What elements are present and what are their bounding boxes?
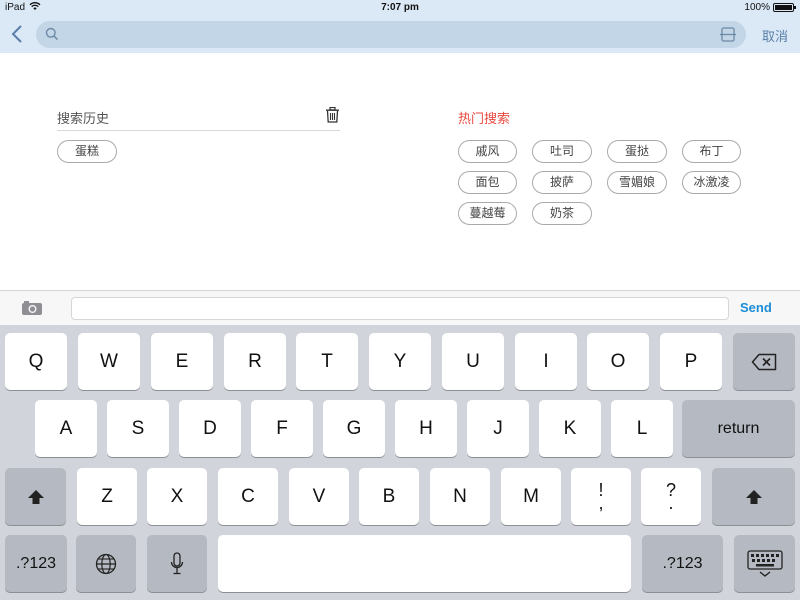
key-z[interactable]: Z: [77, 468, 137, 525]
microphone-icon: [170, 551, 184, 574]
send-button[interactable]: Send: [740, 300, 784, 315]
hot-tag[interactable]: 冰激凌: [682, 171, 741, 194]
key-i[interactable]: I: [515, 333, 577, 390]
globe-key[interactable]: [76, 535, 136, 592]
key-m[interactable]: M: [501, 468, 561, 525]
cancel-button[interactable]: 取消: [752, 26, 798, 45]
key-x[interactable]: X: [147, 468, 207, 525]
key-t[interactable]: T: [296, 333, 358, 390]
trash-icon[interactable]: [325, 107, 340, 123]
hot-tag[interactable]: 吐司: [532, 140, 592, 163]
key-o[interactable]: O: [587, 333, 649, 390]
search-icon: [45, 27, 59, 41]
key-r[interactable]: R: [224, 333, 286, 390]
key-c[interactable]: C: [218, 468, 278, 525]
battery-percent: 100%: [744, 2, 770, 13]
backspace-icon: [751, 353, 777, 370]
status-bar: iPad 7:07 pm 100%: [0, 0, 800, 16]
history-tag[interactable]: 蛋糕: [57, 140, 117, 163]
key-g[interactable]: G: [323, 400, 385, 457]
numbers-key-right[interactable]: .?123: [642, 535, 723, 592]
hot-tag[interactable]: 雪媚娘: [607, 171, 667, 194]
shift-key-right[interactable]: [712, 468, 795, 525]
hot-tag[interactable]: 面包: [458, 171, 517, 194]
numbers-key-left[interactable]: .?123: [5, 535, 67, 592]
key-n[interactable]: N: [430, 468, 490, 525]
return-key[interactable]: return: [682, 400, 795, 457]
key-exclaim-comma[interactable]: !,: [571, 468, 631, 525]
key-e[interactable]: E: [151, 333, 213, 390]
hot-tag[interactable]: 奶茶: [532, 202, 592, 225]
navigation-bar: iPad 7:07 pm 100% 取消: [0, 0, 800, 53]
hot-tag[interactable]: 戚风: [458, 140, 517, 163]
camera-icon[interactable]: [21, 300, 43, 316]
message-input[interactable]: [71, 297, 729, 320]
scan-icon[interactable]: [720, 27, 736, 42]
key-u[interactable]: U: [442, 333, 504, 390]
key-j[interactable]: J: [467, 400, 529, 457]
key-s[interactable]: S: [107, 400, 169, 457]
key-f[interactable]: F: [251, 400, 313, 457]
key-question-period[interactable]: ?.: [641, 468, 701, 525]
shift-key-left[interactable]: [5, 468, 66, 525]
history-divider: [57, 130, 340, 131]
shift-icon: [27, 489, 44, 504]
keyboard-dismiss-icon: [746, 549, 783, 577]
search-input[interactable]: [36, 21, 746, 48]
shift-icon: [745, 489, 762, 504]
keyboard: Q W E R T Y U I O P A S D F G H J K L re…: [0, 325, 800, 600]
globe-icon: [95, 553, 117, 574]
back-chevron-icon[interactable]: [8, 22, 28, 46]
key-q[interactable]: Q: [5, 333, 67, 390]
history-title: 搜索历史: [57, 112, 110, 127]
key-b[interactable]: B: [359, 468, 419, 525]
key-a[interactable]: A: [35, 400, 97, 457]
hot-tag[interactable]: 披萨: [532, 171, 592, 194]
input-accessory-bar: Send: [0, 290, 800, 325]
key-v[interactable]: V: [289, 468, 349, 525]
key-w[interactable]: W: [78, 333, 140, 390]
battery-icon: [773, 3, 796, 12]
key-y[interactable]: Y: [369, 333, 431, 390]
hot-tag[interactable]: 蛋挞: [607, 140, 667, 163]
key-p[interactable]: P: [660, 333, 722, 390]
hot-tag[interactable]: 布丁: [682, 140, 741, 163]
key-secondary-char: .: [668, 492, 674, 513]
dictation-key[interactable]: [147, 535, 207, 592]
key-secondary-char: ,: [598, 492, 604, 513]
hide-keyboard-key[interactable]: [734, 535, 795, 592]
key-d[interactable]: D: [179, 400, 241, 457]
key-l[interactable]: L: [611, 400, 673, 457]
key-k[interactable]: K: [539, 400, 601, 457]
hot-search-title: 热门搜索: [458, 112, 511, 127]
space-bar[interactable]: [218, 535, 631, 592]
key-h[interactable]: H: [395, 400, 457, 457]
hot-tag[interactable]: 蔓越莓: [458, 202, 517, 225]
backspace-key[interactable]: [733, 333, 795, 390]
clock: 7:07 pm: [381, 2, 419, 13]
